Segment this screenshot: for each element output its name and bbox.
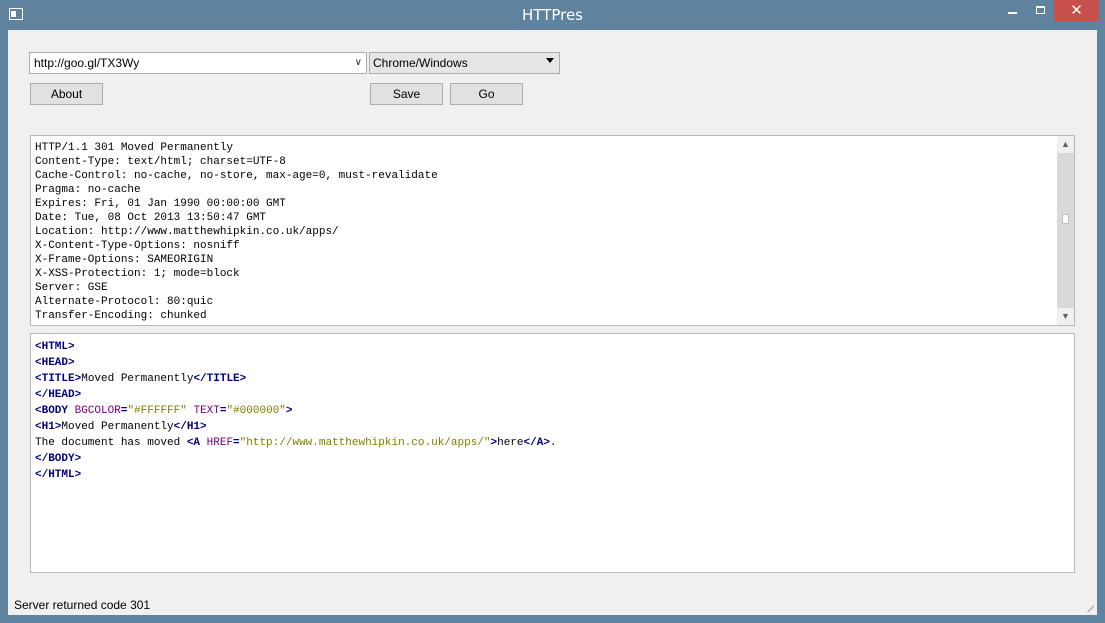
body-token-attr: TEXT <box>193 405 220 417</box>
chevron-down-icon[interactable]: ∨ <box>355 57 362 68</box>
header-line: X-XSS-Protection: 1; mode=block <box>35 268 240 280</box>
body-token-tag: <HTML> <box>35 341 75 353</box>
minimize-button[interactable] <box>999 0 1027 21</box>
header-line: Pragma: no-cache <box>35 184 141 196</box>
body-token-tag: </TITLE> <box>193 373 247 385</box>
url-combobox[interactable]: http://goo.gl/TX3Wy ∨ <box>29 52 367 74</box>
header-line: X-Frame-Options: SAMEORIGIN <box>35 254 214 266</box>
headers-scrollbar[interactable]: ▲ ▼ <box>1057 136 1074 325</box>
body-token-tag: <TITLE> <box>35 373 82 385</box>
save-button[interactable]: Save <box>370 83 443 105</box>
header-line: Expires: Fri, 01 Jan 1990 00:00:00 GMT <box>35 198 286 210</box>
body-token-tag: </HEAD> <box>35 389 82 401</box>
close-icon: ✕ <box>1070 1 1083 19</box>
header-line: Content-Type: text/html; charset=UTF-8 <box>35 156 286 168</box>
body-token-tag: <HEAD> <box>35 357 75 369</box>
status-text: Server returned code 301 <box>14 598 151 612</box>
body-token-tag: </H1> <box>173 421 207 433</box>
body-line: <TITLE>Moved Permanently</TITLE> <box>35 371 1065 387</box>
header-line: Server: GSE <box>35 282 108 294</box>
title-bar[interactable]: HTTPres ✕ <box>0 0 1105 30</box>
body-token-tag: <H1> <box>35 421 62 433</box>
go-button[interactable]: Go <box>450 83 523 105</box>
status-bar: Server returned code 301 <box>8 595 1097 615</box>
user-agent-select[interactable]: Chrome/Windows <box>369 52 560 74</box>
header-line: HTTP/1.1 301 Moved Permanently <box>35 142 234 154</box>
body-token-tag: </A> <box>523 437 550 449</box>
body-line: <BODY BGCOLOR="#FFFFFF" TEXT="#000000"> <box>35 403 1065 419</box>
body-token-str: "http://www.matthewhipkin.co.uk/apps/" <box>239 437 491 449</box>
body-line: The document has moved <A HREF="http://w… <box>35 435 1065 451</box>
body-line: <H1>Moved Permanently</H1> <box>35 419 1065 435</box>
body-line: </BODY> <box>35 451 1065 467</box>
body-token-tag: = <box>233 437 240 449</box>
window-title: HTTPres <box>521 6 583 24</box>
body-token-txt: Moved Permanently <box>61 421 174 433</box>
body-line: <HEAD> <box>35 355 1065 371</box>
header-line: X-Content-Type-Options: nosniff <box>35 240 240 252</box>
body-token-txt: The document has moved <box>35 437 187 449</box>
body-token-tag: </HTML> <box>35 469 82 481</box>
scroll-track[interactable] <box>1057 153 1074 308</box>
body-token-str: "#000000" <box>226 405 286 417</box>
app-window: HTTPres ✕ http://goo.gl/TX3Wy ∨ Chrome/W… <box>0 0 1105 623</box>
close-button[interactable]: ✕ <box>1054 0 1099 21</box>
about-button[interactable]: About <box>30 83 103 105</box>
body-line: <HTML> <box>35 339 1065 355</box>
user-agent-value: Chrome/Windows <box>373 56 468 70</box>
header-line: Transfer-Encoding: chunked <box>35 310 207 322</box>
scroll-down-icon[interactable]: ▼ <box>1057 308 1074 325</box>
header-line: Date: Tue, 08 Oct 2013 13:50:47 GMT <box>35 212 267 224</box>
url-input[interactable]: http://goo.gl/TX3Wy <box>34 56 139 70</box>
body-token-attr: BGCOLOR <box>74 405 121 417</box>
body-token-tag: > <box>285 405 293 417</box>
response-body-memo[interactable]: <HTML> <HEAD> <TITLE>Moved Permanently</TI… <box>30 333 1075 573</box>
body-token-str: "#FFFFFF" <box>127 405 187 417</box>
body-line: </HEAD> <box>35 387 1065 403</box>
body-token-txt: . <box>549 437 557 449</box>
scroll-thumb[interactable] <box>1062 214 1069 224</box>
body-line: </HTML> <box>35 467 1065 483</box>
response-headers-memo[interactable]: HTTP/1.1 301 Moved Permanently Content-Ty… <box>30 135 1075 326</box>
response-headers-text: HTTP/1.1 301 Moved Permanently Content-Ty… <box>35 141 1050 323</box>
body-token-tag: <BODY <box>35 405 75 417</box>
dropdown-arrow-icon[interactable] <box>546 58 554 63</box>
response-body-text: <HTML> <HEAD> <TITLE>Moved Permanently</TI… <box>35 339 1065 483</box>
header-line: Alternate-Protocol: 80:quic <box>35 296 214 308</box>
header-line: Location: http://www.matthewhipkin.co.uk… <box>35 226 339 238</box>
header-line: Cache-Control: no-cache, no-store, max-a… <box>35 170 438 182</box>
body-token-attr: HREF <box>206 437 234 449</box>
scroll-up-icon[interactable]: ▲ <box>1057 136 1074 153</box>
body-token-tag: </BODY> <box>35 453 82 465</box>
body-token-txt: Moved Permanently <box>81 373 194 385</box>
maximize-icon <box>1036 6 1045 14</box>
maximize-button[interactable] <box>1027 0 1054 21</box>
body-token-txt: here <box>497 437 524 449</box>
body-token-tag: <A <box>186 437 207 449</box>
client-area: http://goo.gl/TX3Wy ∨ Chrome/Windows Abo… <box>8 30 1097 615</box>
minimize-icon <box>1008 12 1017 14</box>
resize-grip-icon[interactable] <box>1085 603 1094 612</box>
